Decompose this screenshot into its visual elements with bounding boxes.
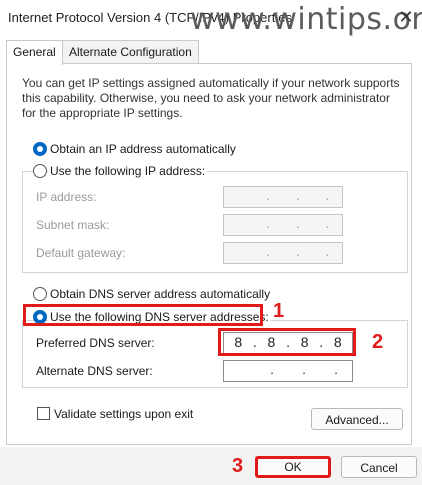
ip-address-label: IP address: — [36, 190, 97, 204]
alternate-dns-field[interactable]: ... — [223, 360, 353, 382]
subnet-mask-field: ... — [223, 214, 343, 236]
ok-button[interactable]: OK — [255, 456, 331, 478]
close-icon[interactable]: ✕ — [395, 6, 417, 28]
step-number-1: 1 — [273, 300, 285, 322]
highlight-box-step2 — [218, 328, 356, 356]
watermark: www.wintips.org — [190, 2, 422, 37]
tab-general[interactable]: General — [6, 40, 63, 65]
step-number-2: 2 — [372, 331, 384, 353]
step-number-3: 3 — [232, 455, 244, 477]
use-following-ip-label[interactable]: Use the following IP address: — [48, 164, 208, 178]
preferred-dns-label: Preferred DNS server: — [36, 336, 155, 350]
validate-checkbox[interactable] — [37, 407, 50, 420]
default-gateway-label: Default gateway: — [36, 246, 126, 260]
subnet-mask-label: Subnet mask: — [36, 218, 110, 232]
default-gateway-field: ... — [223, 242, 343, 264]
alternate-dns-label: Alternate DNS server: — [36, 364, 153, 378]
obtain-dns-auto-label[interactable]: Obtain DNS server address automatically — [50, 287, 270, 301]
cancel-button[interactable]: Cancel — [341, 456, 417, 478]
title-bar: Internet Protocol Version 4 (TCP/IPv4) P… — [0, 0, 422, 37]
tab-alternate-configuration[interactable]: Alternate Configuration — [62, 40, 199, 63]
obtain-ip-auto-label[interactable]: Obtain an IP address automatically — [50, 142, 236, 156]
description-text: You can get IP settings assigned automat… — [22, 76, 400, 120]
validate-label[interactable]: Validate settings upon exit — [54, 407, 193, 421]
obtain-ip-auto-radio[interactable] — [33, 142, 47, 156]
highlight-box-step1 — [23, 304, 263, 326]
use-following-ip-radio[interactable] — [33, 164, 47, 178]
obtain-dns-auto-radio[interactable] — [33, 287, 47, 301]
ip-address-field: ... — [223, 186, 343, 208]
advanced-button[interactable]: Advanced... — [311, 408, 403, 430]
